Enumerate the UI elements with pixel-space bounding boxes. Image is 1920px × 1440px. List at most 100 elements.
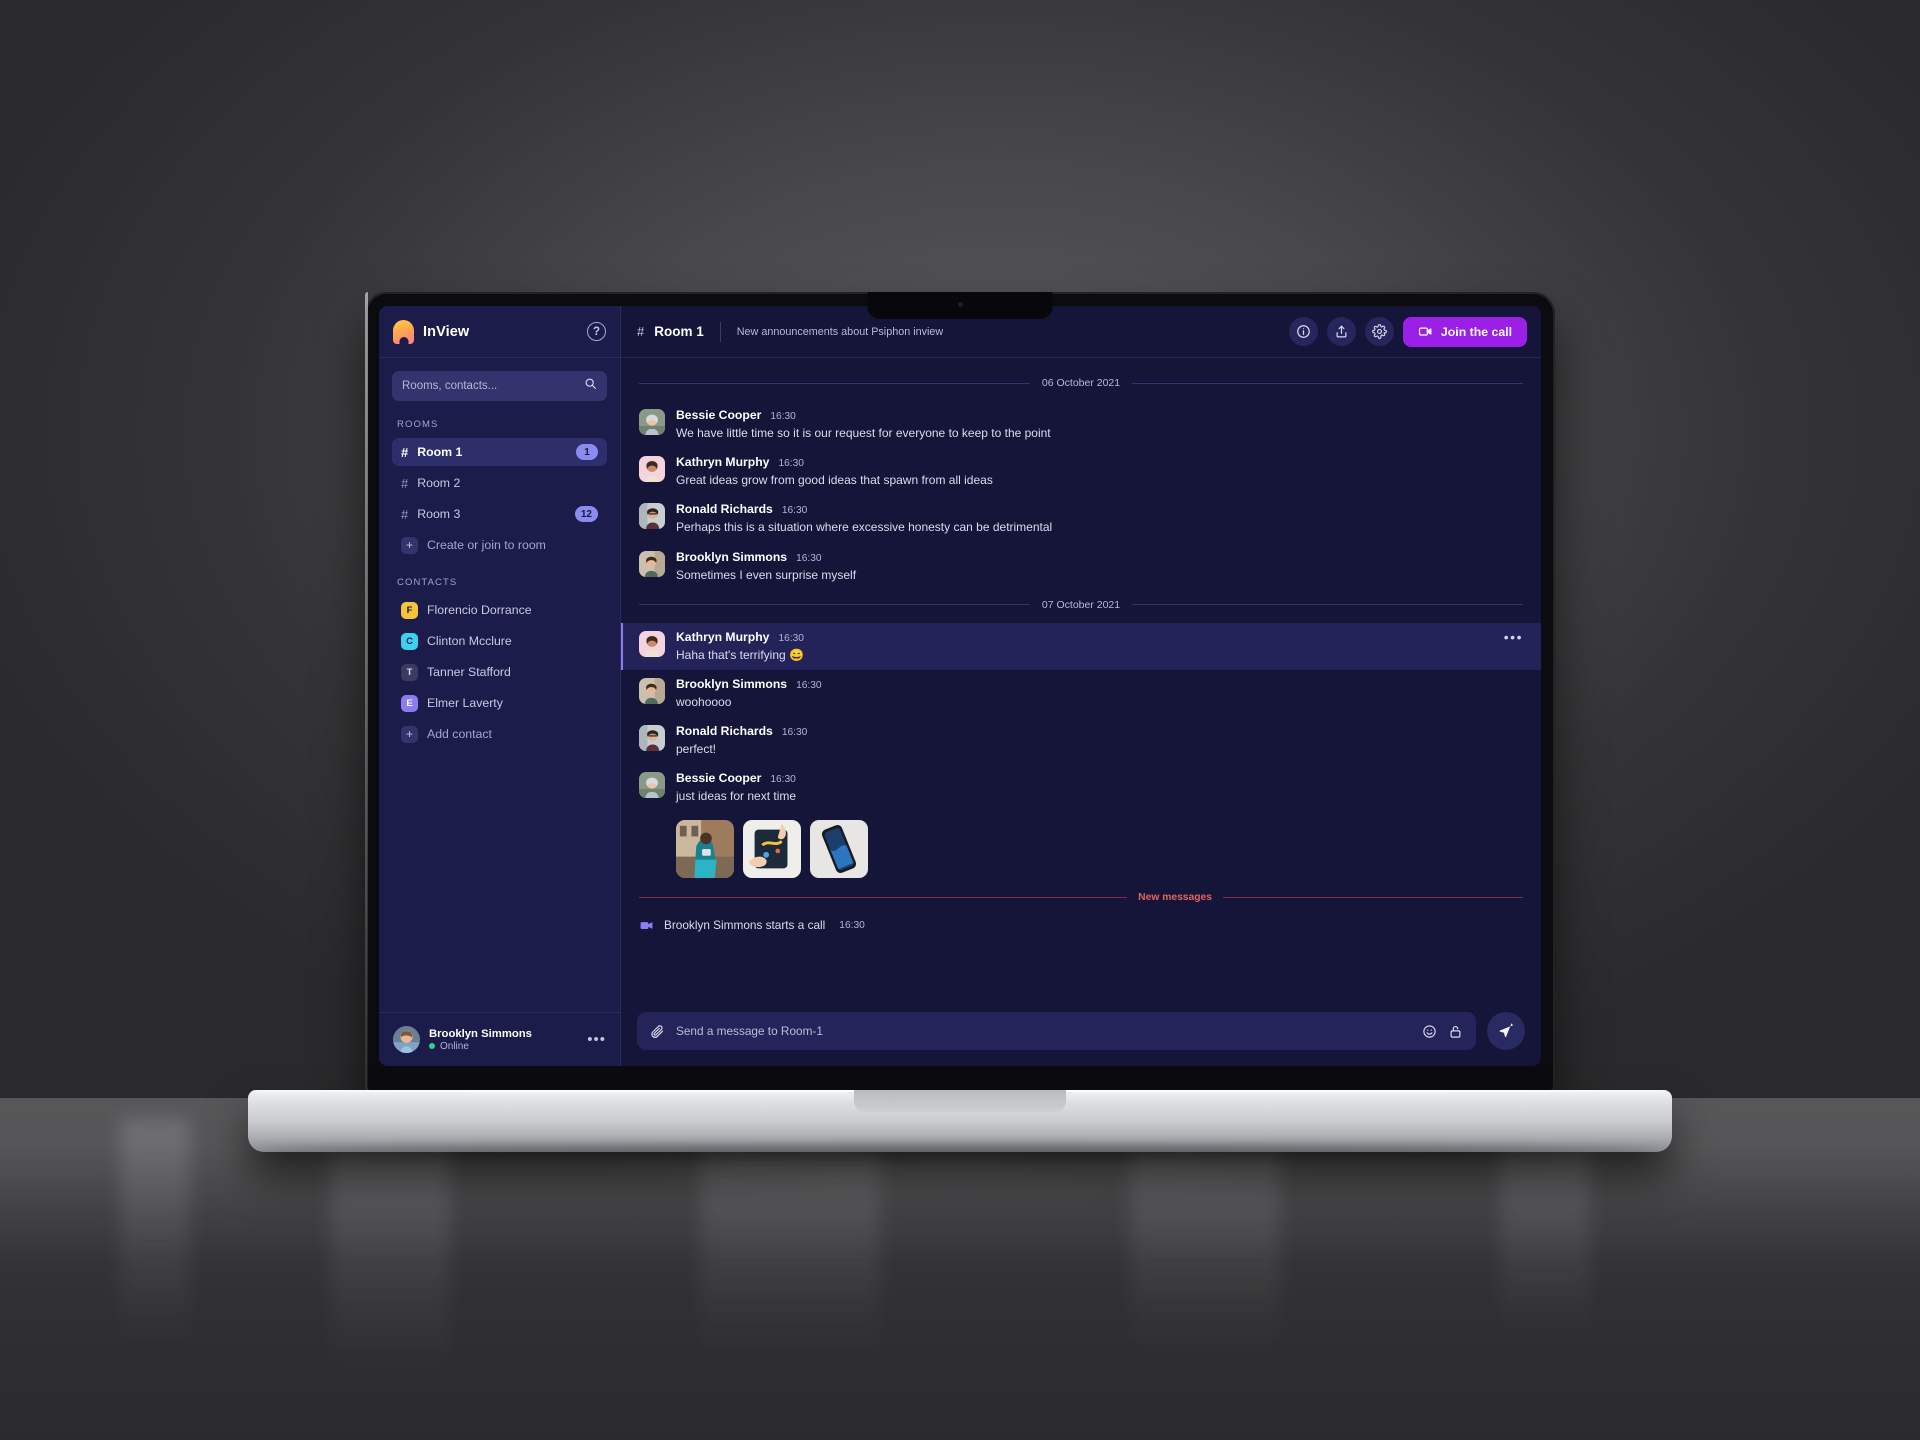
search-input[interactable]	[402, 380, 584, 392]
message-text: Haha that's terrifying 😄	[676, 647, 804, 662]
message-list[interactable]: 06 October 2021 Bessie Cooper 16:30 We h…	[621, 358, 1541, 1012]
message-body: Ronald Richards 16:30 perfect!	[676, 724, 1523, 757]
new-messages-label: New messages	[1138, 891, 1212, 903]
sidebar-scroll: ROOMS # Room 1 1 # Room 2 # Room 3 12 + …	[379, 401, 620, 1012]
paper-plane-send-icon	[1498, 1022, 1515, 1040]
message-row[interactable]: Kathryn Murphy 16:30 Haha that's terrify…	[621, 622, 1541, 670]
user-status: Online	[429, 1041, 578, 1052]
avatar	[639, 677, 665, 704]
message-text: Perhaps this is a situation where excess…	[676, 520, 1053, 535]
smiley-icon[interactable]	[1422, 1024, 1437, 1039]
message-author: Brooklyn Simmons	[676, 676, 788, 691]
search-box[interactable]	[392, 371, 607, 401]
laptop-mockup: InView ? Rooms, contacts... ROOMS # Room…	[248, 292, 1672, 1152]
message-time: 16:30	[781, 727, 808, 739]
gear-icon[interactable]	[1364, 317, 1394, 346]
message-time: 16:30	[778, 632, 804, 644]
message-body: Kathryn Murphy 16:30 Great ideas grow fr…	[676, 455, 1523, 488]
message-row[interactable]: Kathryn Murphy 16:30 Great ideas grow fr…	[621, 448, 1541, 495]
message-row[interactable]: Brooklyn Simmons 16:30 woohoooo	[621, 670, 1541, 717]
unread-badge: 12	[574, 506, 598, 522]
message-more-options-button[interactable]: •••	[1504, 629, 1523, 644]
message-row[interactable]: Bessie Cooper 16:30 We have little time …	[621, 401, 1541, 448]
hash-icon: #	[401, 444, 409, 460]
message-time: 16:30	[796, 552, 822, 564]
plus-icon: +	[401, 536, 418, 554]
message-text: Great ideas grow from good ideas that sp…	[676, 473, 993, 488]
sidebar-item-room-3[interactable]: # Room 3 12	[392, 500, 607, 528]
user-name: Brooklyn Simmons	[429, 1027, 532, 1040]
contact-name: Elmer Laverty	[427, 696, 503, 710]
message-body: Ronald Richards 16:30 Perhaps this is a …	[676, 502, 1523, 535]
hash-icon: #	[401, 475, 409, 491]
message-text: Sometimes I even surprise myself	[676, 567, 857, 582]
sidebar-item-contact-clinton-mcclure[interactable]: C Clinton Mcclure	[392, 627, 607, 655]
create-or-join-room-button[interactable]: + Create or join to room	[392, 531, 607, 559]
share-upload-icon[interactable]	[1326, 317, 1356, 346]
avatar	[639, 456, 665, 483]
hash-icon: #	[637, 324, 645, 339]
unlocked-padlock-icon[interactable]	[1448, 1024, 1463, 1039]
search-container	[379, 358, 620, 401]
message-row[interactable]: Ronald Richards 16:30 Perhaps this is a …	[621, 495, 1541, 542]
message-author: Kathryn Murphy	[676, 455, 770, 470]
app-name: InView	[423, 323, 470, 340]
attachment-thumbnail[interactable]	[676, 819, 734, 878]
video-camera-icon	[639, 918, 654, 933]
attachment-thumbnail[interactable]	[810, 819, 868, 878]
call-event-time: 16:30	[839, 919, 865, 931]
add-contact-button[interactable]: + Add contact	[392, 720, 607, 748]
avatar	[639, 550, 665, 577]
message-body: Bessie Cooper 16:30 We have little time …	[676, 408, 1523, 441]
base-notch	[854, 1090, 1066, 1112]
message-text: perfect!	[676, 742, 717, 757]
webcam-icon	[957, 302, 963, 307]
room-topic: New announcements about Psiphon inview	[736, 325, 944, 338]
current-user-footer[interactable]: Brooklyn Simmons Online •••	[379, 1012, 620, 1066]
message-author: Bessie Cooper	[676, 771, 762, 786]
paperclip-icon[interactable]	[650, 1024, 665, 1039]
message-row[interactable]: Ronald Richards 16:30 perfect!	[621, 717, 1541, 764]
user-menu-button[interactable]: •••	[587, 1032, 606, 1046]
message-input[interactable]	[676, 1024, 1411, 1038]
message-time: 16:30	[770, 774, 796, 786]
contact-name: Tanner Stafford	[427, 665, 511, 679]
sidebar-item-room-1[interactable]: # Room 1 1	[392, 438, 607, 466]
sidebar-item-room-2[interactable]: # Room 2	[392, 469, 607, 497]
contact-avatar: F	[401, 601, 418, 619]
message-row[interactable]: Brooklyn Simmons 16:30 Sometimes I even …	[621, 543, 1541, 590]
sidebar-item-label: Room 2	[417, 476, 461, 490]
help-circle-icon[interactable]: ?	[587, 322, 606, 341]
avatar	[393, 1026, 420, 1053]
sidebar-item-contact-elmer-laverty[interactable]: E Elmer Laverty	[392, 689, 607, 717]
join-the-call-button[interactable]: Join the call	[1402, 316, 1527, 347]
message-time: 16:30	[781, 505, 808, 517]
message-body: Kathryn Murphy 16:30 Haha that's terrify…	[676, 630, 1523, 663]
sidebar-item-contact-tanner-stafford[interactable]: T Tanner Stafford	[392, 658, 607, 686]
app-screen: InView ? Rooms, contacts... ROOMS # Room…	[379, 306, 1541, 1066]
message-row[interactable]: Bessie Cooper 16:30 just ideas for next …	[621, 764, 1541, 811]
attachment-thumbnail[interactable]	[743, 819, 801, 878]
call-started-event: Brooklyn Simmons starts a call 16:30	[621, 911, 1541, 945]
sidebar-item-contact-florencio-dorrance[interactable]: F Florencio Dorrance	[392, 596, 607, 624]
unread-badge: 1	[576, 444, 598, 460]
message-author: Kathryn Murphy	[676, 629, 770, 644]
message-author: Ronald Richards	[676, 724, 773, 739]
avatar	[639, 772, 665, 799]
info-circle-icon[interactable]	[1288, 317, 1318, 346]
join-the-call-label: Join the call	[1440, 324, 1512, 339]
send-message-button[interactable]	[1487, 1012, 1525, 1050]
message-body: Brooklyn Simmons 16:30 woohoooo	[676, 677, 1523, 710]
contact-avatar: E	[401, 694, 418, 712]
user-status-label: Online	[440, 1040, 469, 1052]
day-separator: 06 October 2021	[621, 368, 1541, 401]
create-room-label: Create or join to room	[427, 538, 546, 552]
message-composer[interactable]	[637, 1012, 1476, 1050]
laptop-lid: InView ? Rooms, contacts... ROOMS # Room…	[365, 292, 1555, 1092]
chat-panel: # Room 1 New announcements about Psiphon…	[621, 306, 1541, 1066]
chat-header-actions: Join the call	[1288, 316, 1527, 347]
online-dot-icon	[429, 1043, 435, 1049]
video-camera-icon	[1418, 324, 1433, 339]
day-separator: 07 October 2021	[621, 590, 1541, 623]
message-text: We have little time so it is our request…	[676, 426, 1051, 440]
